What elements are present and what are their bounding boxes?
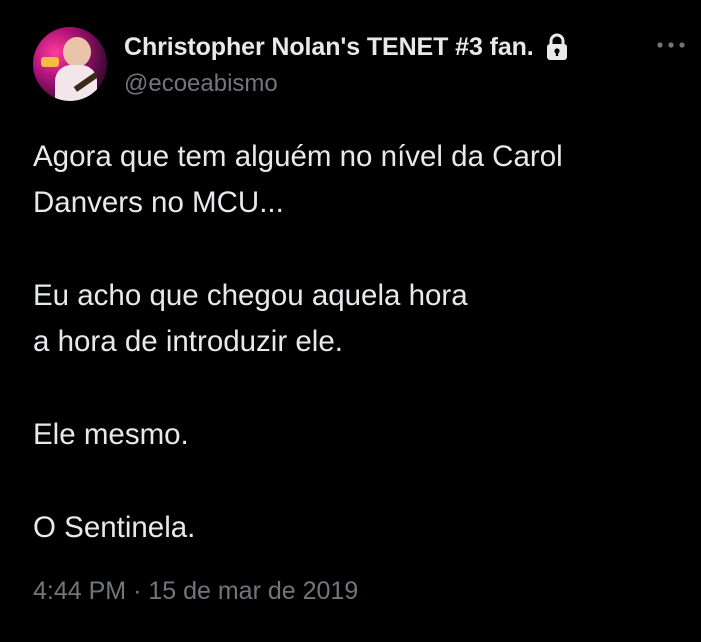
tweet-text-line: Agora que tem alguém no nível da Carol [33,140,563,173]
tweet-text-line: a hora de introduzir ele. [33,325,343,358]
avatar-body [55,65,97,101]
tweet-text: Agora que tem alguém no nível da Carol D… [33,134,673,551]
avatar-background-light [41,57,59,67]
tweet-text-line: Eu acho que chegou aquela hora [33,279,468,312]
tweet-date[interactable]: 15 de mar de 2019 [148,577,358,605]
author-name-row: Christopher Nolan's TENET #3 fan. [124,31,569,63]
tweet-time[interactable]: 4:44 PM [33,577,126,605]
display-name[interactable]: Christopher Nolan's TENET #3 fan. [124,33,534,62]
timestamp-separator: · [133,577,142,605]
more-options-icon[interactable] [656,37,686,53]
tweet-card: Christopher Nolan's TENET #3 fan. @ecoea… [0,0,701,642]
timestamp-row[interactable]: 4:44 PM · 15 de mar de 2019 [33,577,358,606]
avatar-head [63,37,91,67]
avatar[interactable] [33,27,107,101]
tweet-text-line: Ele mesmo. [33,418,189,451]
tweet-text-line: Danvers no MCU... [33,186,284,219]
lock-icon [545,33,569,61]
tweet-text-line: O Sentinela. [33,511,196,544]
author-handle[interactable]: @ecoeabismo [124,70,278,98]
